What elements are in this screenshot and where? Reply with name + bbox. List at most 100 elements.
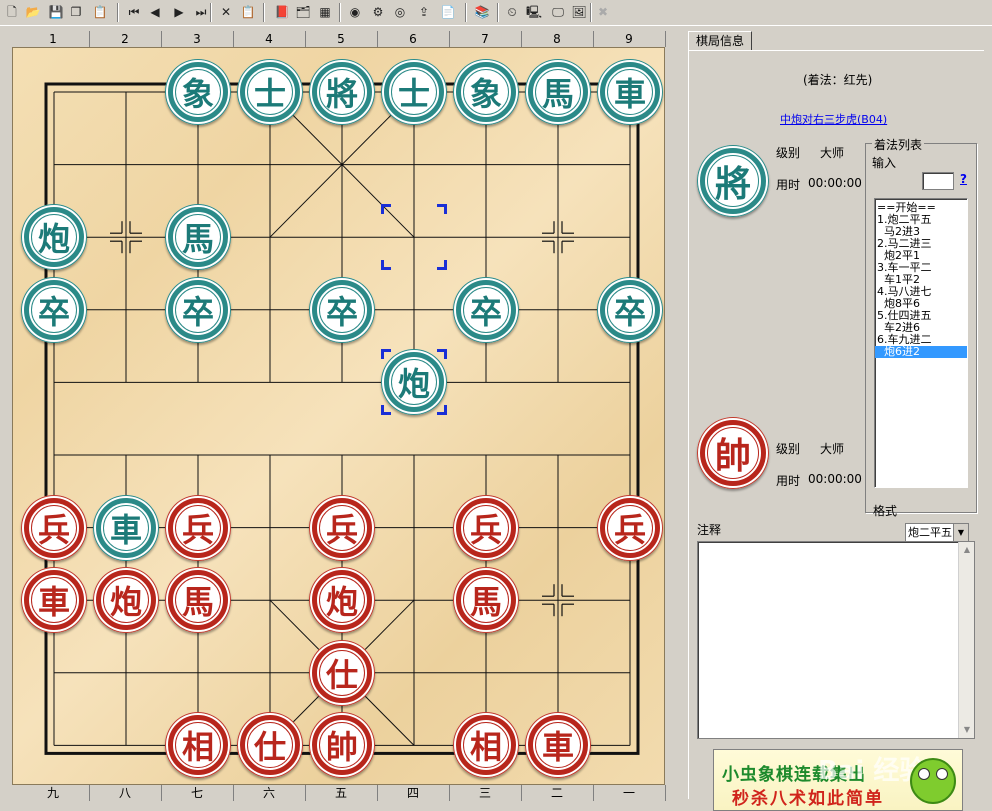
- help-link[interactable]: ?: [960, 172, 967, 186]
- copy-icon[interactable]: ❐: [68, 4, 84, 20]
- black-piece[interactable]: 卒: [21, 276, 87, 343]
- file-label: 3: [193, 32, 201, 46]
- black-piece[interactable]: 士: [237, 59, 303, 125]
- weibo-icon[interactable]: ◎: [392, 4, 408, 20]
- red-piece[interactable]: 帥: [309, 712, 375, 779]
- piece-label: 車: [37, 583, 70, 622]
- ad-line-2: 秒杀八术如此简单: [732, 789, 884, 809]
- format-select[interactable]: 炮二平五 ▼: [905, 523, 969, 542]
- piece-label: 將: [325, 75, 358, 113]
- export-icon[interactable]: ⇪: [416, 4, 432, 20]
- computer-icon[interactable]: 🖳: [526, 4, 542, 20]
- piece-label: 兵: [37, 510, 70, 549]
- properties-icon[interactable]: 📋: [92, 4, 108, 20]
- piece-label: 車: [109, 510, 142, 549]
- black-piece[interactable]: 車: [93, 494, 159, 561]
- black-piece[interactable]: 將: [309, 59, 375, 125]
- piece-label: 卒: [181, 292, 214, 331]
- piece-label: 馬: [469, 583, 502, 622]
- move-input-field[interactable]: [922, 172, 954, 190]
- file-label: 五: [334, 786, 347, 800]
- first-move-icon[interactable]: ⏮: [126, 4, 142, 20]
- black-piece[interactable]: 馬: [165, 204, 231, 271]
- selection-corner: [437, 260, 447, 271]
- notes-scrollbar[interactable]: ▲ ▼: [958, 542, 974, 738]
- red-piece[interactable]: 炮: [93, 567, 159, 634]
- red-piece[interactable]: 仕: [309, 639, 375, 706]
- black-piece[interactable]: 馬: [525, 59, 591, 125]
- black-piece[interactable]: 卒: [309, 276, 375, 343]
- red-piece[interactable]: 仕: [237, 712, 303, 779]
- piece-label: 士: [253, 75, 286, 113]
- grid-icon[interactable]: ▦: [317, 4, 333, 20]
- next-move-icon[interactable]: ▶: [171, 4, 187, 20]
- book-icon[interactable]: 📕: [274, 4, 290, 20]
- black-level-label: 级别: [776, 146, 801, 160]
- move-list[interactable]: ==开始== 1.炮二平五 马2进3 2.马二进三 炮2平1 3.车一平二 车1平2 4…: [874, 198, 968, 488]
- file-label: 7: [481, 32, 489, 46]
- scroll-up-icon[interactable]: ▲: [959, 542, 975, 558]
- red-piece[interactable]: 兵: [597, 494, 663, 561]
- file-label: 5: [337, 32, 345, 46]
- selection-corner: [437, 349, 447, 360]
- black-piece[interactable]: 卒: [597, 276, 663, 343]
- ruler-tick: [665, 785, 666, 801]
- clipboard-icon[interactable]: 📄: [440, 4, 456, 20]
- red-piece[interactable]: 相: [453, 712, 519, 779]
- toolbar-separator: [590, 3, 592, 22]
- file-label: 6: [409, 32, 417, 46]
- red-player-avatar: 帥: [697, 417, 769, 489]
- black-piece[interactable]: 炮: [21, 204, 87, 271]
- piece-label: 帥: [325, 728, 358, 767]
- tab-game-info[interactable]: 棋局信息: [688, 31, 752, 51]
- close-circle-icon[interactable]: ✖: [595, 4, 611, 20]
- side-panel: 棋局信息 (着法：红先) 中炮对右三步虎(B04) 將 级别 大师 用时 00:…: [688, 31, 984, 811]
- engine-icon[interactable]: ⚙: [370, 4, 386, 20]
- move-list-item[interactable]: 炮6进2: [875, 346, 967, 358]
- opening-link[interactable]: 中炮对右三步虎(B04): [780, 111, 887, 127]
- piece-label: 卒: [469, 292, 502, 331]
- chart-icon[interactable]: 🖼: [571, 4, 587, 20]
- black-piece[interactable]: 士: [381, 59, 447, 125]
- black-piece[interactable]: 卒: [165, 276, 231, 343]
- red-level-value: 大师: [820, 442, 845, 456]
- red-piece[interactable]: 車: [21, 567, 87, 634]
- red-piece[interactable]: 兵: [165, 494, 231, 561]
- black-time-value: 00:00:00: [808, 176, 862, 190]
- xiangqi-board[interactable]: 象士將士象馬車炮馬卒卒卒卒卒炮兵車兵兵兵兵車炮馬炮馬仕相仕帥相車: [12, 47, 665, 785]
- paste-icon[interactable]: 📋: [240, 4, 256, 20]
- red-piece[interactable]: 相: [165, 712, 231, 779]
- red-piece[interactable]: 兵: [309, 494, 375, 561]
- black-piece[interactable]: 卒: [453, 276, 519, 343]
- red-piece[interactable]: 炮: [309, 567, 375, 634]
- clock-icon[interactable]: ⏲: [504, 4, 520, 20]
- file-label: 七: [190, 786, 203, 800]
- black-piece[interactable]: 象: [165, 59, 231, 125]
- color-wheel-icon[interactable]: ◉: [347, 4, 363, 20]
- delete-icon[interactable]: ✕: [218, 4, 234, 20]
- library-icon[interactable]: 📚: [474, 4, 490, 20]
- toolbar: 🗋 📂 💾 ❐ 📋 ⏮ ◀ ▶ ⏭ ✕ 📋 📕 🗂 ▦ ◉ ⚙ ◎ ⇪ 📄 📚 ⏲ 🖳 🖵 🖼 ✖: [0, 0, 992, 26]
- piece-label: 馬: [541, 75, 574, 113]
- monitor-icon[interactable]: 🖵: [550, 4, 566, 20]
- red-piece[interactable]: 車: [525, 712, 591, 779]
- black-piece[interactable]: 象: [453, 59, 519, 125]
- red-piece[interactable]: 馬: [453, 567, 519, 634]
- open-folder-icon[interactable]: 📂: [25, 4, 41, 20]
- new-file-icon[interactable]: 🗋: [4, 4, 20, 20]
- piece-label: 士: [397, 75, 430, 113]
- piece-label: 兵: [181, 510, 214, 549]
- save-icon[interactable]: 💾: [48, 4, 64, 20]
- ad-banner[interactable]: 小虫象棋连载集出 秒杀八术如此简单 Bai 经验: [713, 749, 963, 811]
- notes-textarea[interactable]: ▲ ▼: [697, 541, 975, 739]
- scroll-down-icon[interactable]: ▼: [959, 722, 975, 738]
- black-piece[interactable]: 車: [597, 59, 663, 125]
- tree-icon[interactable]: 🗂: [295, 4, 311, 20]
- red-piece[interactable]: 兵: [453, 494, 519, 561]
- last-move-icon[interactable]: ⏭: [193, 4, 209, 20]
- game-info-panel: (着法：红先) 中炮对右三步虎(B04) 將 级别 大师 用时 00:00:00…: [688, 50, 984, 811]
- red-piece[interactable]: 兵: [21, 494, 87, 561]
- file-label: 三: [478, 786, 491, 800]
- prev-move-icon[interactable]: ◀: [147, 4, 163, 20]
- red-piece[interactable]: 馬: [165, 567, 231, 634]
